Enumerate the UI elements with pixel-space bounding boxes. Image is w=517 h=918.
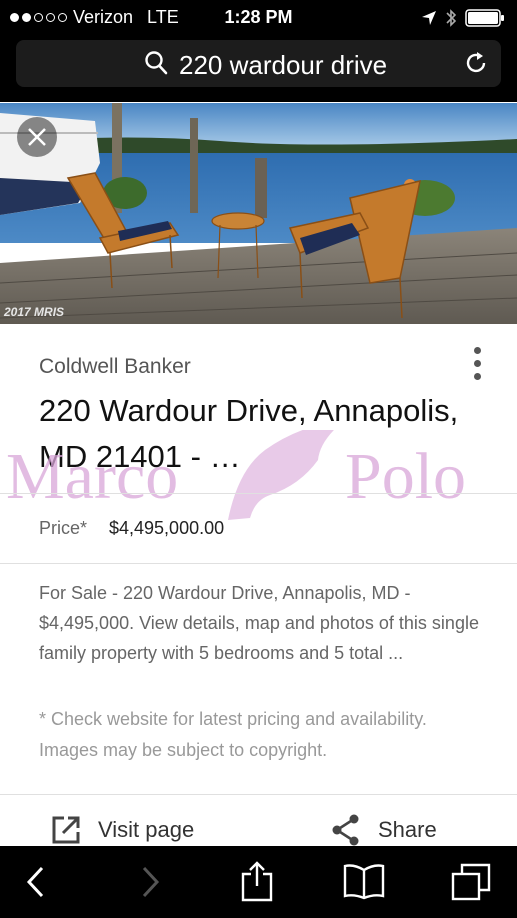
result-disclaimer: * Check website for latest pricing and a…: [39, 709, 427, 760]
result-description: For Sale - 220 Wardour Drive, Annapolis,…: [39, 583, 479, 663]
reload-icon[interactable]: [463, 50, 489, 76]
dolphin-logo-icon: [228, 430, 334, 520]
back-icon[interactable]: [24, 864, 48, 900]
more-vertical-icon: [473, 347, 481, 354]
forward-icon[interactable]: [138, 864, 162, 900]
watermark-text-left: Marco: [6, 440, 178, 513]
close-button[interactable]: [17, 117, 57, 157]
price-label: Price*: [39, 518, 88, 538]
share-icon: [332, 814, 359, 846]
bookmarks-icon[interactable]: [342, 862, 386, 900]
location-arrow-icon: [422, 11, 436, 25]
close-icon: [28, 128, 46, 146]
open-external-icon: [52, 816, 80, 844]
more-options-button[interactable]: [466, 347, 488, 385]
property-photo[interactable]: [0, 103, 517, 324]
address-field[interactable]: 220 wardour drive: [16, 40, 501, 87]
watermark-text-right: Polo: [345, 440, 466, 513]
tabs-icon[interactable]: [450, 862, 492, 902]
share-button[interactable]: Share: [330, 810, 437, 850]
share-sheet-icon[interactable]: [239, 860, 275, 904]
price-value: $4,495,000.00: [109, 518, 225, 538]
address-bar-area: 220 wardour drive: [0, 36, 517, 102]
battery-icon: [465, 9, 504, 27]
divider: [0, 794, 517, 795]
photo-copyright: 2017 MRIS: [4, 305, 65, 319]
divider: [0, 563, 517, 564]
visit-page-label: Visit page: [98, 817, 195, 842]
address-query[interactable]: 220 wardour drive: [179, 50, 387, 81]
share-label: Share: [378, 817, 437, 842]
divider: [0, 493, 517, 494]
bluetooth-icon: [446, 9, 457, 27]
browser-toolbar: [0, 846, 517, 918]
status-bar: Verizon LTE 1:28 PM: [0, 0, 517, 36]
search-icon: [145, 51, 168, 75]
result-source: Coldwell Banker: [39, 355, 191, 378]
watermark: Marco Polo: [6, 430, 466, 520]
status-right: [421, 8, 505, 28]
visit-page-button[interactable]: Visit page: [50, 810, 194, 850]
